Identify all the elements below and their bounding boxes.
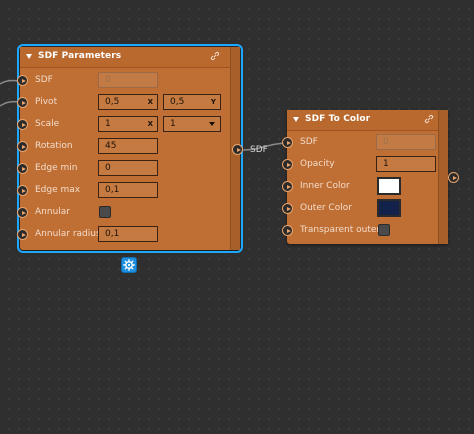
row-sdf: SDF 0 <box>17 71 230 91</box>
pivot-y-value: 0,5 <box>170 97 185 107</box>
sdf-output-port[interactable] <box>232 144 243 155</box>
edge-max-field[interactable]: 0,1 <box>98 182 158 198</box>
row-edge-min: Edge min 0 <box>17 159 230 179</box>
sdf-field: 0 <box>98 72 158 88</box>
annular-radius-field[interactable]: 0,1 <box>98 226 158 242</box>
row-rotation: Rotation 45 <box>17 137 230 157</box>
sdf-parameters-node[interactable]: SDF Parameters SDF 0 Pivot 0,5 X 0,5 Y S… <box>17 44 243 253</box>
row-edge-max: Edge max 0,1 <box>17 181 230 201</box>
rotation-input-port[interactable] <box>17 141 28 152</box>
color-output-port[interactable] <box>448 172 459 183</box>
annular-radius-label: Annular radius <box>35 229 101 239</box>
scale-label: Scale <box>35 119 60 129</box>
outer-color-label: Outer Color <box>300 203 352 213</box>
opacity-label: Opacity <box>300 159 335 169</box>
sdf-to-color-node[interactable]: SDF To Color SDF 0 Opacity 1 Inner Color… <box>282 110 448 244</box>
outer-color-input-port[interactable] <box>282 203 293 214</box>
row-annular-radius: Annular radius 0,1 <box>17 225 230 245</box>
pivot-input-port[interactable] <box>17 97 28 108</box>
inner-color-input-port[interactable] <box>282 181 293 192</box>
row-opacity: Opacity 1 <box>282 155 437 175</box>
scale-input-port[interactable] <box>17 119 28 130</box>
rotation-field[interactable]: 45 <box>98 138 158 154</box>
link-icon[interactable] <box>210 51 220 61</box>
pivot-x-field[interactable]: 0,5 X <box>98 94 158 110</box>
sdf-label: SDF <box>35 75 53 85</box>
row-outer-color: Outer Color <box>282 199 437 219</box>
edge-max-value: 0,1 <box>105 185 120 195</box>
row-pivot: Pivot 0,5 X 0,5 Y <box>17 93 230 113</box>
pivot-x-value: 0,5 <box>105 97 120 107</box>
edge-min-field[interactable]: 0 <box>98 160 158 176</box>
transparent-outer-input-port[interactable] <box>282 225 293 236</box>
pivot-y-field[interactable]: 0,5 Y <box>163 94 221 110</box>
pivot-y-suffix: Y <box>210 98 216 106</box>
transparent-outer-checkbox[interactable] <box>378 224 390 236</box>
node-resize-strip[interactable] <box>438 110 448 244</box>
pivot-label: Pivot <box>35 97 58 107</box>
annular-input-port[interactable] <box>17 207 28 218</box>
collapse-arrow-icon[interactable] <box>26 54 32 59</box>
edge-max-label: Edge max <box>35 185 81 195</box>
scale-x-value: 1 <box>105 119 111 129</box>
node-header[interactable]: SDF To Color <box>287 110 438 131</box>
row-sdf: SDF 0 <box>282 133 437 153</box>
pivot-x-suffix: X <box>147 98 153 106</box>
rotation-label: Rotation <box>35 141 73 151</box>
collapse-arrow-icon[interactable] <box>293 117 299 122</box>
scale-y-dropdown[interactable]: 1 <box>163 116 221 132</box>
row-annular: Annular <box>17 203 230 223</box>
sdf-label: SDF <box>300 137 318 147</box>
row-scale: Scale 1 X 1 <box>17 115 230 135</box>
chevron-down-icon <box>209 122 215 126</box>
row-transparent-outer: Transparent outer <box>282 221 437 241</box>
node-title: SDF Parameters <box>38 51 122 61</box>
edge-max-input-port[interactable] <box>17 185 28 196</box>
opacity-value: 1 <box>383 159 389 169</box>
annular-radius-value: 0,1 <box>105 229 120 239</box>
connection-label: SDF <box>250 145 268 155</box>
annular-checkbox[interactable] <box>99 206 111 218</box>
outer-color-swatch[interactable] <box>377 199 401 217</box>
scale-y-value: 1 <box>170 119 176 129</box>
sdf-value: 0 <box>383 137 389 147</box>
sdf-input-port[interactable] <box>282 137 293 148</box>
transparent-outer-label: Transparent outer <box>300 225 381 235</box>
annular-label: Annular <box>35 207 70 217</box>
scale-x-field[interactable]: 1 X <box>98 116 158 132</box>
gear-icon <box>123 259 135 271</box>
opacity-input-port[interactable] <box>282 159 293 170</box>
sdf-field: 0 <box>376 134 436 150</box>
annular-radius-input-port[interactable] <box>17 229 28 240</box>
inner-color-label: Inner Color <box>300 181 350 191</box>
node-settings-button[interactable] <box>121 257 137 273</box>
opacity-field[interactable]: 1 <box>376 156 436 172</box>
sdf-input-port[interactable] <box>17 75 28 86</box>
inner-color-swatch[interactable] <box>377 177 401 195</box>
node-header[interactable]: SDF Parameters <box>20 47 230 68</box>
edge-min-value: 0 <box>105 163 111 173</box>
link-icon[interactable] <box>424 114 434 124</box>
scale-x-suffix: X <box>147 120 153 128</box>
edge-min-label: Edge min <box>35 163 78 173</box>
node-title: SDF To Color <box>305 114 371 124</box>
sdf-value: 0 <box>105 75 111 85</box>
edge-min-input-port[interactable] <box>17 163 28 174</box>
rotation-value: 45 <box>105 141 117 151</box>
row-inner-color: Inner Color <box>282 177 437 197</box>
